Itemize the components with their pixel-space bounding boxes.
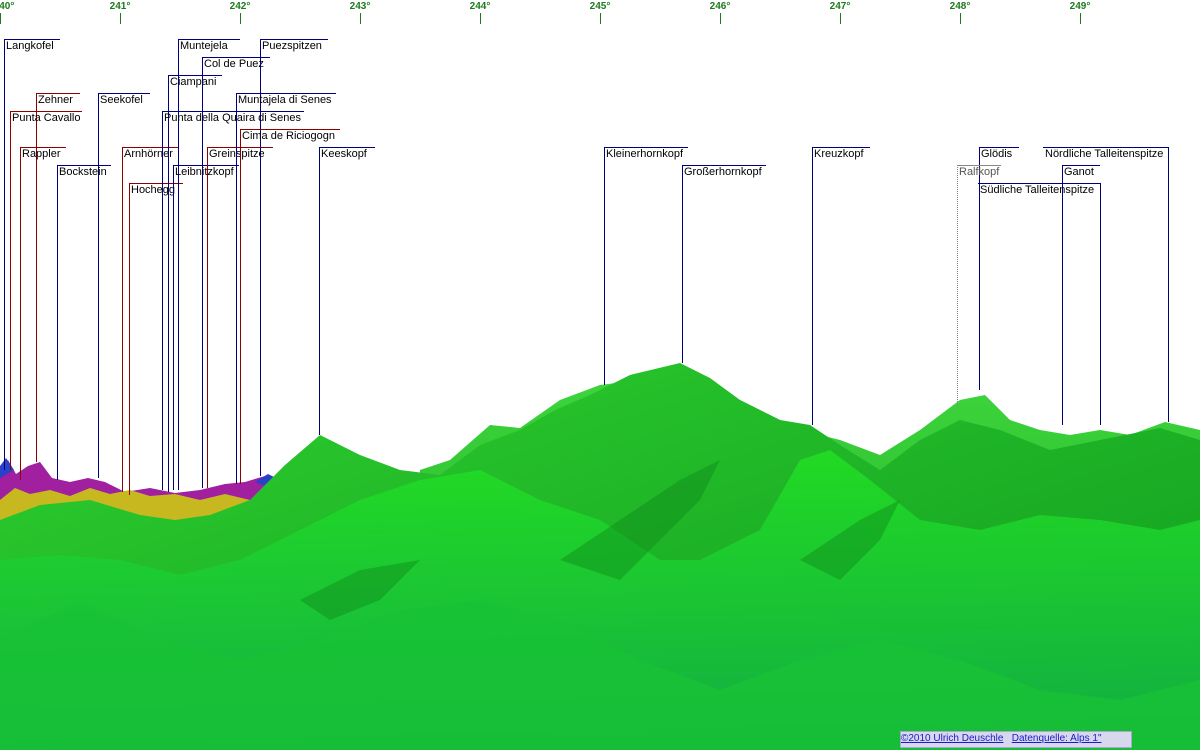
peak-marker-line [1062,165,1063,425]
peak-label: Zehner [38,94,73,106]
peak-marker-line [240,129,241,484]
peak-marker-line [4,39,5,470]
peak-marker-line [604,147,605,385]
peak-marker-line [168,75,169,492]
peak-marker-line [319,147,320,435]
degree-tick [240,13,241,24]
peak-marker-line [20,147,21,480]
peak-marker-line [1100,183,1101,425]
degree-tick [600,13,601,24]
degree-tick [840,13,841,24]
peak-label: Ralfkopf [959,166,1000,178]
copyright-link[interactable]: ©2010 Ulrich Deuschle [901,733,1003,744]
peak-label: Cima de Riciogogn [242,130,335,142]
peak-marker-line [1168,147,1169,422]
degree-tick [360,13,361,24]
data-source-link[interactable]: Datenquelle: Alps 1" [1012,733,1102,744]
degree-label: 247° [829,1,851,12]
degree-label: 240° [0,1,15,12]
peak-label: Muntajela di Senes [238,94,332,106]
peak-label: Puezspitzen [262,40,322,52]
degree-label: 248° [949,1,971,12]
degree-label: 242° [229,1,251,12]
peak-label: Bockstein [59,166,107,178]
peak-label: Punta Cavallo [12,112,81,124]
peak-marker-line [236,93,237,484]
peak-label: Glödis [981,148,1013,160]
degree-label: 249° [1069,1,1091,12]
peak-marker-line [207,147,208,488]
peak-label: Südliche Talleitenspitze [980,184,1095,196]
peak-label: Kleinerhornkopf [606,148,684,160]
degree-label: 246° [709,1,731,12]
panorama-view: 240° 241° 242° 243° 244° 245° 246° 247° 248° 249°… [0,0,1200,750]
degree-tick [480,13,481,24]
peak-label: Seekofel [100,94,143,106]
degree-tick [960,13,961,24]
degree-tick [0,13,1,24]
peak-marker-line [682,165,683,363]
degree-label: 244° [469,1,491,12]
peak-marker-line [173,165,174,490]
degree-tick [120,13,121,24]
peak-marker-line [122,147,123,492]
degree-label: 241° [109,1,131,12]
degree-tick [720,13,721,24]
peak-label: Col de Puez [204,58,264,70]
peak-label: Muntejela [180,40,228,52]
peak-marker-line [162,111,163,490]
peak-label: Punta della Quaira di Senes [164,112,301,124]
peak-label: Langkofel [6,40,54,52]
degree-label: 243° [349,1,371,12]
peak-marker-line [178,39,179,490]
peak-label: Nördliche Talleitenspitze [1045,148,1164,160]
peak-label: Ciampani [170,76,217,88]
degree-tick [1080,13,1081,24]
peak-marker-line [57,165,58,480]
peak-label: Keeskopf [321,148,367,160]
credits-bar: ©2010 Ulrich Deuschle Datenquelle: Alps … [900,731,1132,748]
peak-label: Kreuzkopf [814,148,864,160]
peak-label: Arnhörner [124,148,173,160]
peak-marker-line [957,165,958,410]
peak-label: Ganot [1064,166,1094,178]
degree-label: 245° [589,1,611,12]
peak-marker-line [10,111,11,470]
peak-marker-line [812,147,813,425]
peak-marker-line [129,183,130,495]
peak-label: Leibnitzkopf [175,166,234,178]
peak-label: Großerhornkopf [684,166,762,178]
peak-label: Rappler [22,148,61,160]
peak-marker-line [98,93,99,478]
